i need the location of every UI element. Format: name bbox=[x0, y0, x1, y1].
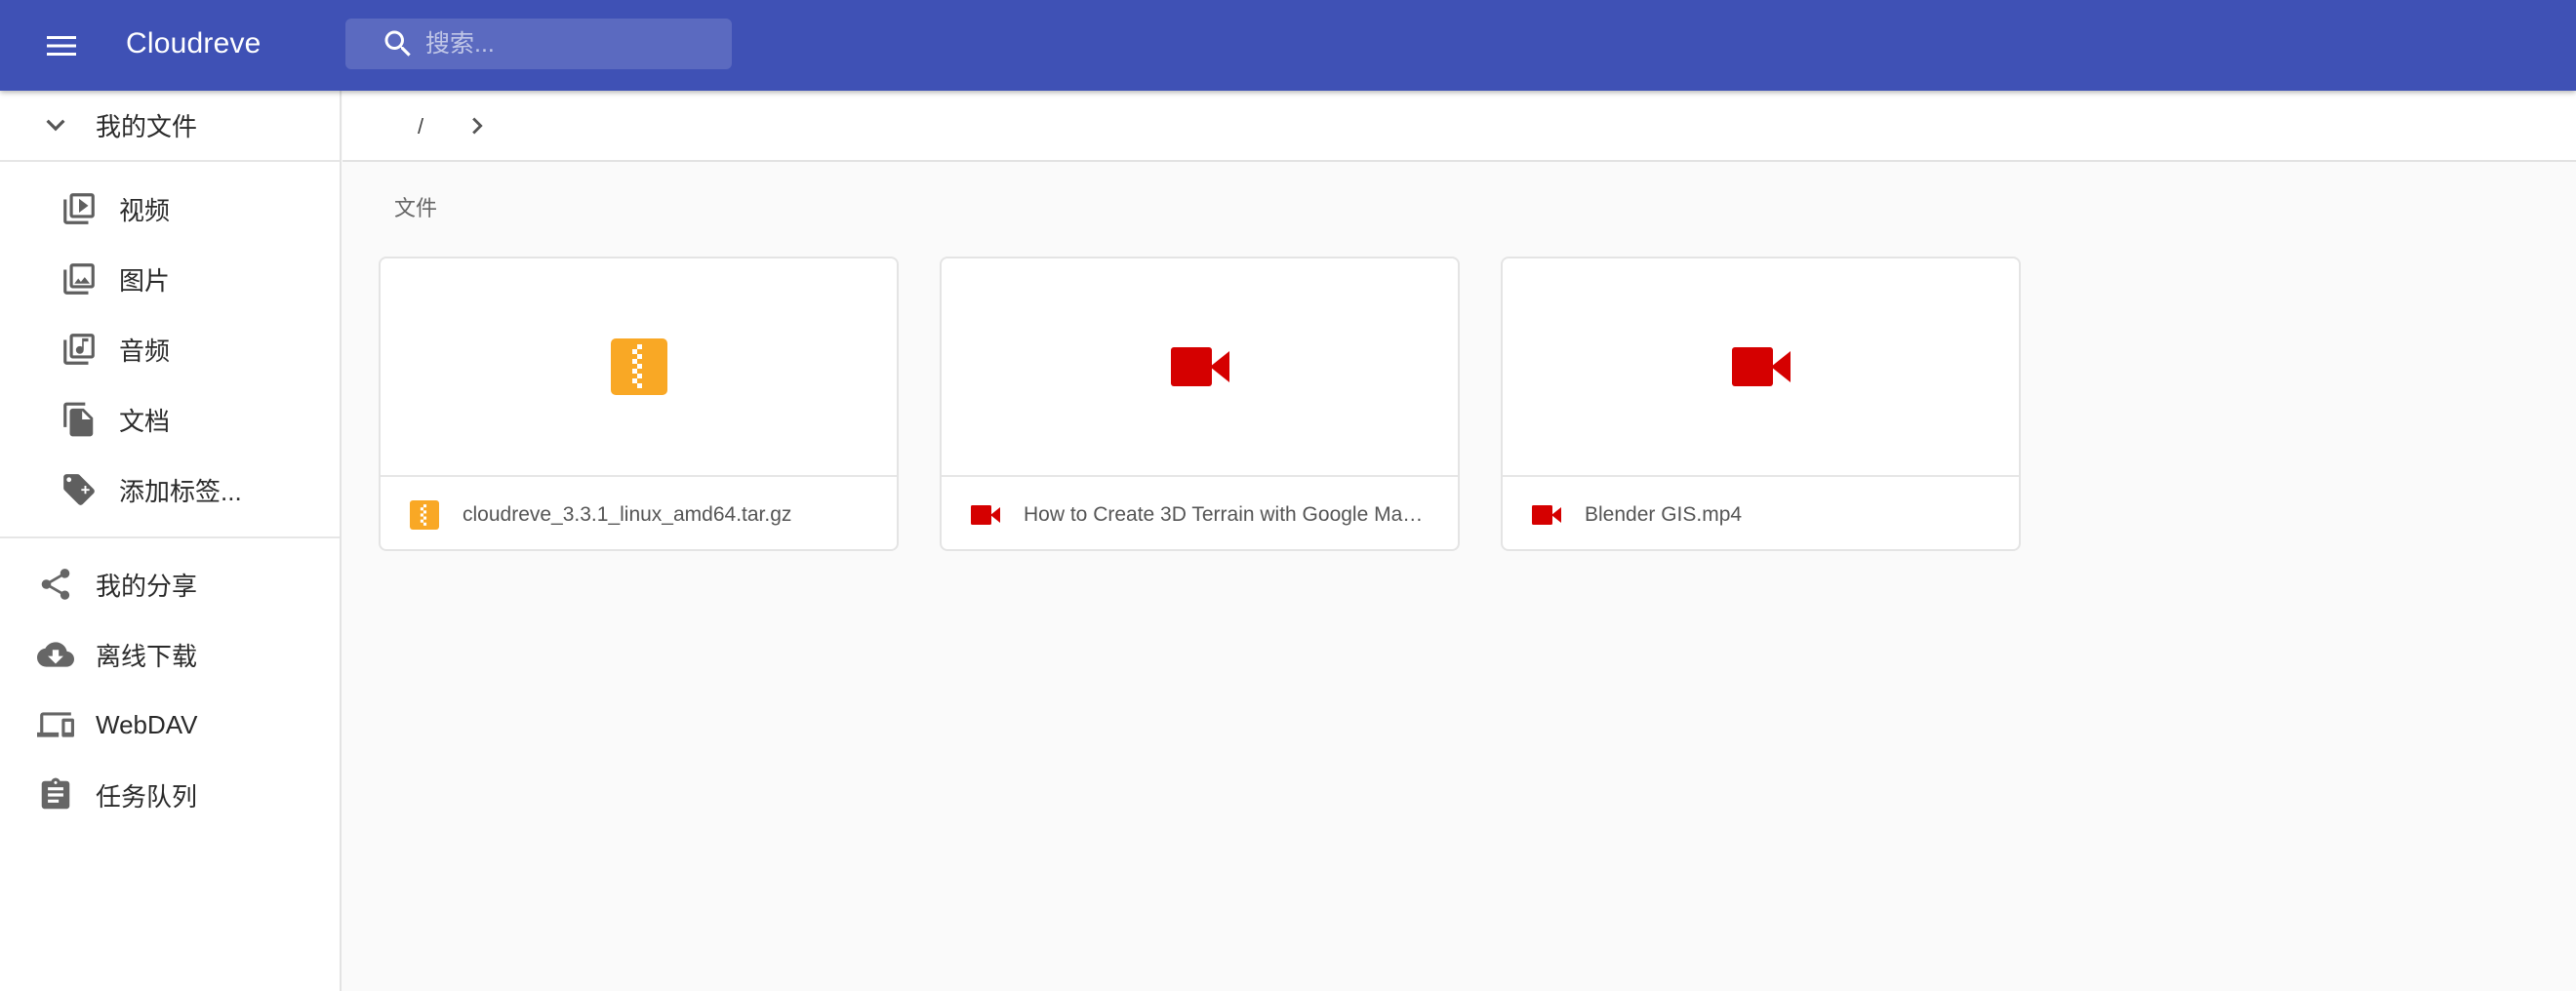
file-preview bbox=[1503, 258, 2019, 477]
divider bbox=[0, 160, 340, 162]
sidebar-item-my-shares[interactable]: 我的分享 bbox=[0, 549, 340, 619]
menu-button[interactable] bbox=[29, 17, 94, 75]
photo-library-icon bbox=[60, 260, 98, 297]
file-card-footer: Blender GIS.mp4 bbox=[1503, 479, 2019, 549]
file-card[interactable]: Blender GIS.mp4 bbox=[1501, 257, 2021, 551]
menu-icon bbox=[47, 34, 76, 58]
file-copy-icon bbox=[60, 401, 98, 438]
section-title: 文件 bbox=[394, 196, 438, 220]
sidebar-item-audio[interactable]: 音频 bbox=[0, 314, 340, 384]
sidebar-item-label: 视频 bbox=[119, 195, 171, 225]
music-library-icon bbox=[60, 331, 98, 368]
sidebar-item-images[interactable]: 图片 bbox=[0, 244, 340, 314]
add-tag-icon bbox=[60, 471, 98, 508]
sidebar: 我的文件 视频 图片 音频 文档 添加标签... 我的分享 离线下载 WebDA… bbox=[0, 91, 342, 991]
sidebar-item-video[interactable]: 视频 bbox=[0, 174, 340, 244]
devices-icon bbox=[37, 706, 74, 743]
file-preview bbox=[381, 258, 897, 477]
video-camera-icon bbox=[971, 500, 1000, 530]
file-card[interactable]: How to Create 3D Terrain with Google Map… bbox=[940, 257, 1460, 551]
sidebar-item-label: 图片 bbox=[119, 265, 171, 296]
sidebar-item-documents[interactable]: 文档 bbox=[0, 384, 340, 455]
file-preview bbox=[942, 258, 1458, 477]
sidebar-item-offline-download[interactable]: 离线下载 bbox=[0, 619, 340, 690]
file-name: cloudreve_3.3.1_linux_amd64.tar.gz bbox=[463, 503, 792, 526]
breadcrumb-expand-button[interactable] bbox=[460, 108, 495, 143]
file-card-footer: cloudreve_3.3.1_linux_amd64.tar.gz bbox=[381, 479, 897, 549]
file-name: Blender GIS.mp4 bbox=[1585, 503, 1743, 526]
sidebar-item-label: 添加标签... bbox=[119, 476, 242, 506]
chevron-down-icon bbox=[37, 106, 74, 143]
app-title: Cloudreve bbox=[126, 27, 262, 59]
video-camera-icon bbox=[1731, 347, 1791, 386]
video-camera-icon bbox=[1532, 500, 1561, 530]
file-card[interactable]: cloudreve_3.3.1_linux_amd64.tar.gz bbox=[379, 257, 899, 551]
sidebar-item-webdav[interactable]: WebDAV bbox=[0, 690, 340, 760]
sidebar-item-label: 文档 bbox=[119, 406, 171, 436]
search-input[interactable] bbox=[425, 29, 718, 59]
search-icon bbox=[381, 26, 416, 61]
chevron-right-icon bbox=[461, 109, 494, 142]
sidebar-item-label: 我的文件 bbox=[96, 111, 198, 141]
task-list-icon bbox=[37, 776, 74, 813]
archive-file-icon bbox=[410, 500, 439, 530]
sidebar-item-label: 离线下载 bbox=[96, 641, 198, 671]
cloud-download-icon bbox=[37, 636, 74, 673]
file-name: How to Create 3D Terrain with Google Map… bbox=[1024, 503, 1424, 526]
breadcrumb-root[interactable]: / bbox=[401, 110, 440, 143]
sidebar-item-my-files[interactable]: 我的文件 bbox=[0, 91, 340, 159]
sidebar-item-label: WebDAV bbox=[96, 709, 198, 739]
archive-file-icon bbox=[610, 338, 667, 395]
sidebar-item-label: 我的分享 bbox=[96, 571, 198, 601]
share-icon bbox=[37, 566, 74, 603]
breadcrumb: / bbox=[342, 91, 2576, 162]
file-card-footer: How to Create 3D Terrain with Google Map… bbox=[942, 479, 1458, 549]
sidebar-item-add-tag[interactable]: 添加标签... bbox=[0, 455, 340, 525]
video-library-icon bbox=[60, 190, 98, 227]
sidebar-item-task-queue[interactable]: 任务队列 bbox=[0, 760, 340, 830]
search-box[interactable] bbox=[345, 19, 732, 69]
sidebar-item-label: 任务队列 bbox=[96, 781, 198, 812]
sidebar-item-label: 音频 bbox=[119, 336, 171, 366]
divider bbox=[0, 536, 340, 538]
video-camera-icon bbox=[1170, 347, 1229, 386]
app-bar: Cloudreve bbox=[0, 0, 2576, 91]
